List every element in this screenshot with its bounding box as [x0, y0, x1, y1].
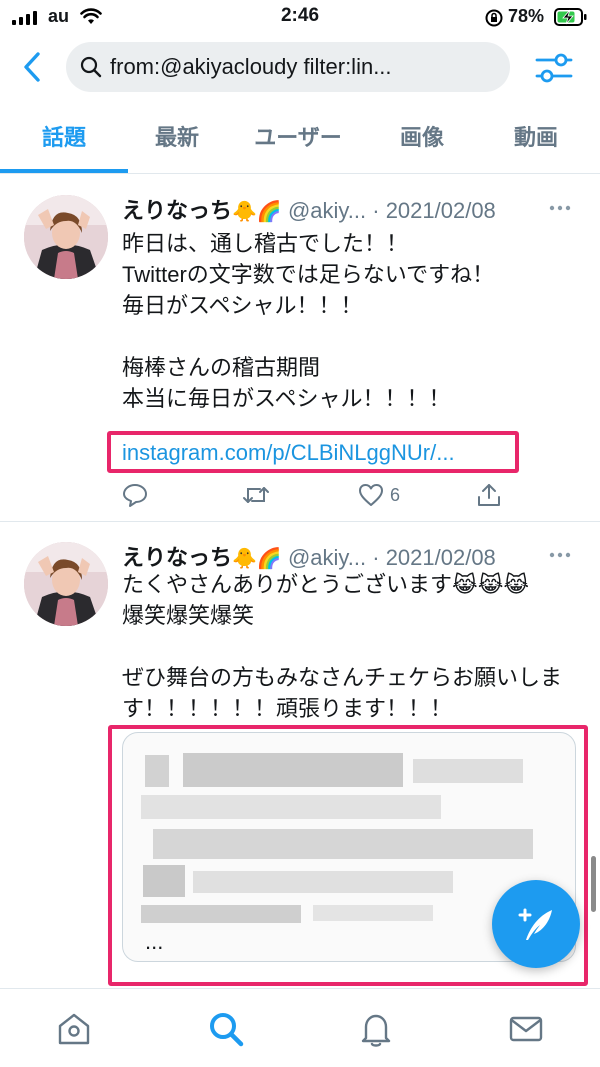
tab-latest[interactable]: 最新	[117, 110, 237, 174]
heart-icon	[359, 484, 383, 506]
reply-icon	[123, 484, 147, 507]
avatar[interactable]	[24, 542, 108, 626]
retweet-icon	[243, 487, 269, 503]
search-input[interactable]: from:@akiyacloudy filter:lin...	[66, 42, 510, 92]
search-icon	[80, 56, 102, 78]
instagram-link[interactable]: instagram.com/p/CLBiNLggNUr/...	[122, 437, 582, 468]
chevron-left-icon	[24, 52, 40, 82]
bottom-navigation	[0, 988, 600, 1067]
nav-notifications[interactable]	[356, 1009, 396, 1049]
tweet-text-line	[122, 631, 582, 662]
battery-charging-icon	[554, 8, 587, 26]
more-options-icon[interactable]	[548, 203, 572, 213]
status-bar: au 2:46 78%	[0, 0, 600, 36]
user-handle[interactable]: @akiy...	[288, 198, 366, 223]
tweet-text-line: ぜひ舞台の方もみなさんチェケらお願いしま	[122, 665, 563, 690]
tweet-date[interactable]: 2021/02/08	[386, 545, 496, 570]
mail-icon	[509, 1016, 543, 1042]
tweet-actions: 6	[122, 481, 502, 509]
user-handle[interactable]: @akiy...	[288, 545, 366, 570]
display-name[interactable]: えりなっち	[122, 545, 232, 570]
search-filter-button[interactable]	[534, 48, 574, 88]
orientation-lock-icon	[485, 9, 503, 27]
more-options-icon[interactable]	[548, 550, 572, 560]
display-name[interactable]: えりなっち	[122, 198, 232, 223]
back-button[interactable]	[18, 50, 46, 84]
tweet-text-line: 毎日がスペシャル！！！	[122, 293, 363, 318]
tweet-date[interactable]: 2021/02/08	[386, 198, 496, 223]
like-button[interactable]: 6	[358, 481, 400, 509]
scrollbar[interactable]	[591, 856, 596, 912]
like-count: 6	[390, 484, 401, 505]
tab-people[interactable]: ユーザー	[238, 110, 358, 174]
nav-messages[interactable]	[506, 1009, 546, 1049]
tab-videos[interactable]: 動画	[476, 110, 596, 174]
share-button[interactable]	[476, 481, 502, 509]
nav-home[interactable]	[54, 1009, 94, 1049]
tweet-text-line: Twitterの文字数では足らないですね！	[122, 262, 495, 287]
active-tab-indicator	[0, 169, 128, 173]
tweet-header: えりなっち🐥🌈 @akiy... · 2021/02/08	[122, 198, 496, 223]
compose-tweet-button[interactable]	[492, 880, 580, 968]
home-icon	[58, 1013, 90, 1045]
tweet-text-line: 梅棒さんの稽古期間	[122, 355, 321, 380]
tweet-text-line: 本当に毎日がスペシャル！！！！	[122, 386, 451, 411]
share-icon	[478, 484, 500, 506]
search-query-text: from:@akiyacloudy filter:lin...	[110, 54, 392, 79]
tweet-text-line: す！！！！！！頑張ります！！！	[122, 696, 453, 721]
tweet-header: えりなっち🐥🌈 @akiy... · 2021/02/08	[122, 545, 496, 570]
tweet-text: たくやさんありがとうございます😹😹😹 爆笑爆笑爆笑 ぜひ舞台の方もみなさんチェケ…	[122, 569, 582, 729]
retweet-button[interactable]	[242, 481, 270, 509]
tab-photos[interactable]: 画像	[362, 110, 482, 174]
tweet-text-line: 昨日は、通し稽古でした！！	[122, 231, 409, 256]
tweet-text-line	[122, 321, 582, 352]
tweet-text-line: たくやさんありがとうございます😹😹😹	[122, 572, 530, 597]
sliders-icon	[535, 53, 573, 83]
reply-button[interactable]	[122, 481, 148, 509]
nav-explore[interactable]	[206, 1009, 246, 1049]
search-icon	[210, 1013, 244, 1047]
name-emoji: 🐥🌈	[232, 201, 282, 223]
tweet-text: 昨日は、通し稽古でした！！ Twitterの文字数では足らないですね！ 毎日がス…	[122, 228, 582, 414]
bell-icon	[361, 1014, 391, 1047]
compose-icon	[518, 908, 552, 940]
battery-percentage: 78%	[508, 6, 545, 26]
tweet-text-line: 爆笑爆笑爆笑	[122, 603, 255, 628]
name-emoji: 🐥🌈	[232, 548, 282, 570]
search-tabs: 話題 最新 ユーザー 画像 動画	[0, 110, 600, 174]
tab-top[interactable]: 話題	[4, 110, 124, 174]
tweet[interactable]: えりなっち🐥🌈 @akiy... · 2021/02/08 昨日は、通し稽古でし…	[0, 175, 600, 522]
avatar[interactable]	[24, 195, 108, 279]
